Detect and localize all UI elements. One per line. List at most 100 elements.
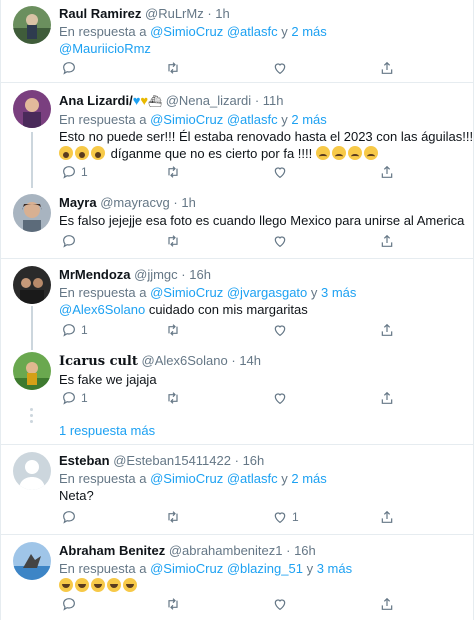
reply-button[interactable] (61, 233, 77, 249)
author-handle[interactable]: @abrahambenitez1 (169, 543, 283, 558)
replies-feed: Raul Ramirez @RuLrMz · 1h En respuesta a… (0, 0, 474, 620)
avatar[interactable] (13, 6, 51, 44)
tweet-text: Esto no puede ser!!! Él estaba renovado … (59, 129, 474, 144)
tweet[interactable]: MrMendoza @jjmgc · 16h En respuesta a @S… (1, 258, 473, 344)
reply-button[interactable] (61, 596, 77, 612)
tweet-time[interactable]: 11h (263, 93, 284, 108)
avatar[interactable] (13, 194, 51, 232)
reply-button[interactable]: 1 (61, 322, 88, 338)
mention-link[interactable]: @SimioCruz (150, 285, 223, 300)
author-name[interactable]: MrMendoza (59, 267, 131, 282)
share-button[interactable] (379, 390, 395, 406)
tweet[interactable]: Icarus cult @Alex6Solano · 14h Es fake w… (1, 344, 473, 445)
tweet[interactable]: Esteban @Esteban15411422 · 16h En respue… (1, 444, 473, 535)
tweet-actions (59, 60, 463, 78)
tweet-time[interactable]: 1h (181, 195, 195, 210)
reply-button[interactable]: 1 (61, 390, 88, 406)
mention-link[interactable]: @Alex6Solano (59, 302, 145, 317)
more-mentions-link[interactable]: 2 más (291, 471, 326, 486)
like-button[interactable]: 1 (272, 509, 299, 525)
retweet-button[interactable] (165, 509, 181, 525)
retweet-button[interactable] (165, 390, 181, 406)
more-mentions-link[interactable]: 3 más (317, 561, 352, 576)
mention-link[interactable]: @SimioCruz (150, 471, 223, 486)
reply-context: En respuesta a @SimioCruz @blazing_51 y … (59, 561, 353, 576)
share-icon (381, 61, 393, 74)
mention-link[interactable]: @SimioCruz (150, 561, 223, 576)
tweet-time[interactable]: 16h (294, 543, 316, 558)
retweet-button[interactable] (165, 60, 181, 76)
share-button[interactable] (379, 164, 395, 180)
author-handle[interactable]: @RuLrMz (145, 6, 204, 21)
share-button[interactable] (379, 60, 395, 76)
tweet-time[interactable]: 14h (239, 353, 261, 368)
tweet-text: díganme que no es cierto por fa !!!! (59, 145, 463, 162)
fearful-face-icon (91, 146, 105, 160)
show-more-replies-link[interactable]: 1 respuesta más (59, 423, 155, 438)
share-button[interactable] (379, 233, 395, 249)
tweet[interactable]: Raul Ramirez @RuLrMz · 1h En respuesta a… (1, 0, 473, 83)
avatar[interactable] (13, 90, 51, 128)
author-name[interactable]: Abraham Benitez (59, 543, 165, 558)
retweet-icon (168, 511, 178, 523)
like-button[interactable] (272, 164, 288, 180)
like-button[interactable] (272, 390, 288, 406)
mention-link[interactable]: @jvargasgato (227, 285, 307, 300)
like-button[interactable] (272, 233, 288, 249)
tweet-time[interactable]: 16h (189, 267, 211, 282)
tweet-time[interactable]: 16h (243, 453, 265, 468)
mention-link[interactable]: @atlasfc (227, 112, 278, 127)
sad-face-icon (347, 146, 362, 160)
author-handle[interactable]: @Alex6Solano (142, 353, 228, 368)
tweet[interactable]: Ana Lizardi/♥♥⛴ @Nena_lizardi · 11h En r… (1, 82, 473, 186)
author-name[interactable]: Ana Lizardi/ (59, 93, 133, 108)
tweet[interactable]: Mayra @mayracvg · 1h Es falso jejejje es… (1, 186, 473, 259)
reply-button[interactable] (61, 509, 77, 525)
like-button[interactable] (272, 322, 288, 338)
author-handle[interactable]: @Nena_lizardi (166, 93, 251, 108)
author-name[interactable]: Icarus cult (59, 354, 138, 369)
retweet-button[interactable] (165, 322, 181, 338)
mention-link[interactable]: @atlasfc (227, 24, 278, 39)
share-button[interactable] (379, 596, 395, 612)
reply-icon (63, 392, 75, 405)
yellow-heart-icon: ♥ (140, 93, 149, 108)
author-name[interactable]: Mayra (59, 195, 97, 210)
more-mentions-link[interactable]: 2 más (291, 24, 326, 39)
author-handle[interactable]: @jjmgc (134, 267, 178, 282)
reply-button[interactable]: 1 (61, 164, 88, 180)
more-mentions-link[interactable]: 3 más (321, 285, 356, 300)
joy-face-icon (59, 578, 73, 592)
share-button[interactable] (379, 322, 395, 338)
like-button[interactable] (272, 596, 288, 612)
reply-button[interactable] (61, 60, 77, 76)
reply-context: En respuesta a @SimioCruz @atlasfc y 2 m… (59, 24, 327, 39)
avatar[interactable] (13, 352, 51, 390)
avatar[interactable] (13, 266, 51, 304)
retweet-button[interactable] (165, 596, 181, 612)
tweet[interactable]: Abraham Benitez @abrahambenitez1 · 16h E… (1, 534, 473, 620)
sad-face-icon (315, 146, 330, 160)
tweet-time[interactable]: 1h (215, 6, 229, 21)
author-name[interactable]: Esteban (59, 453, 110, 468)
more-mentions-link[interactable]: 2 más (291, 112, 326, 127)
reply-count: 1 (81, 323, 88, 337)
retweet-button[interactable] (165, 164, 181, 180)
share-button[interactable] (379, 509, 395, 525)
retweet-button[interactable] (165, 233, 181, 249)
tweet-text (59, 577, 463, 594)
author-handle[interactable]: @Esteban15411422 (113, 453, 231, 468)
reply-count: 1 (81, 391, 88, 405)
avatar[interactable] (13, 452, 51, 490)
mention-link[interactable]: @SimioCruz (150, 24, 223, 39)
author-handle[interactable]: @mayracvg (100, 195, 170, 210)
mention-link[interactable]: @SimioCruz (150, 112, 223, 127)
mention-link[interactable]: @atlasfc (227, 471, 278, 486)
share-icon (381, 597, 393, 610)
tweet-text[interactable]: @MauriicioRmz (59, 40, 463, 57)
author-name[interactable]: Raul Ramirez (59, 6, 141, 21)
like-button[interactable] (272, 60, 288, 76)
share-icon (381, 391, 393, 404)
mention-link[interactable]: @blazing_51 (227, 561, 303, 576)
avatar[interactable] (13, 542, 51, 580)
